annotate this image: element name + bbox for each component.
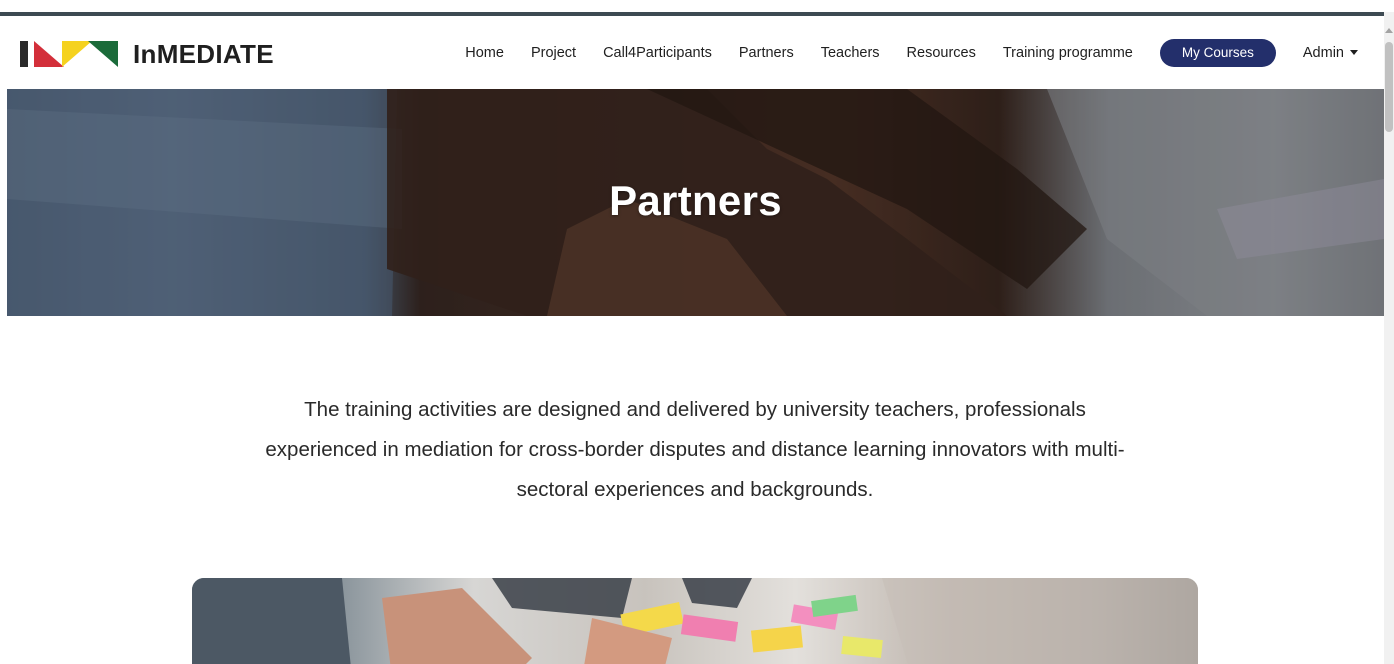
main-nav: Home Project Call4Participants Partners …: [465, 16, 1358, 89]
nav-resources[interactable]: Resources: [907, 45, 976, 61]
intro-paragraph: The training activities are designed and…: [265, 398, 1125, 501]
team-photo-image: [192, 578, 1198, 664]
nav-call4participants[interactable]: Call4Participants: [603, 45, 712, 61]
scroll-up-icon[interactable]: [1385, 28, 1393, 33]
navbar: InMEDIATE Home Project Call4Participants…: [0, 16, 1384, 89]
my-courses-button[interactable]: My Courses: [1159, 38, 1276, 67]
nav-project[interactable]: Project: [531, 45, 576, 61]
scrollbar[interactable]: [1384, 12, 1394, 664]
hero-banner: Partners: [7, 89, 1384, 316]
admin-dropdown[interactable]: Admin: [1303, 45, 1358, 61]
nav-home[interactable]: Home: [465, 45, 504, 61]
admin-label: Admin: [1302, 44, 1344, 61]
caret-down-icon: [1350, 50, 1358, 55]
nav-training-programme[interactable]: Training programme: [1003, 45, 1133, 61]
brand-name: InMEDIATE: [133, 38, 274, 69]
logo-mark-icon: [20, 41, 118, 67]
scrollbar-thumb[interactable]: [1385, 42, 1393, 132]
brand-logo[interactable]: InMEDIATE: [20, 39, 274, 69]
team-photo: [192, 578, 1198, 664]
page-title: Partners: [609, 177, 782, 224]
nav-partners[interactable]: Partners: [739, 45, 794, 61]
nav-teachers[interactable]: Teachers: [821, 45, 880, 61]
